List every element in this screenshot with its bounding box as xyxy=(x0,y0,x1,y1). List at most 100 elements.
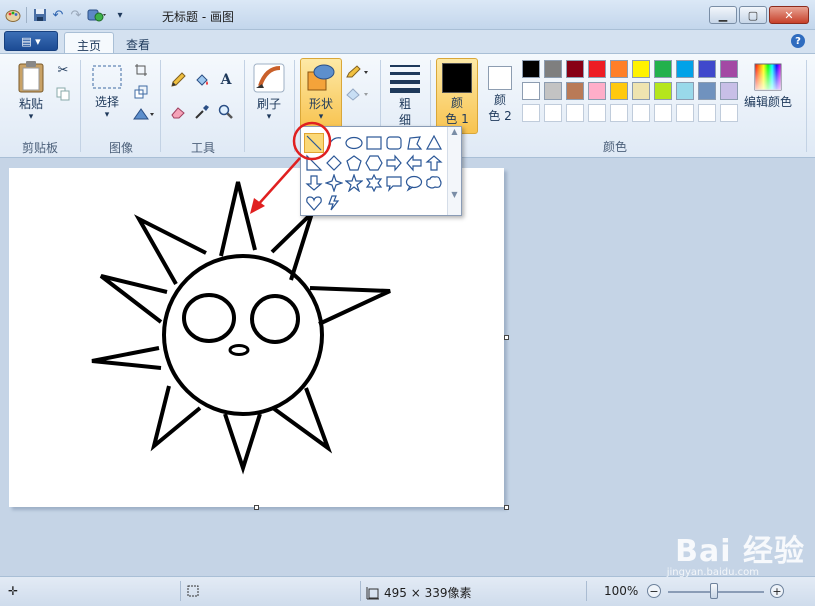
canvas-size-text: 495 × 339像素 xyxy=(384,586,472,600)
rounded-rectangle-shape-icon[interactable] xyxy=(384,133,404,153)
canvas-resize-handle-corner[interactable] xyxy=(504,505,509,510)
palette-color-swatch[interactable] xyxy=(654,60,672,78)
palette-color-swatch[interactable] xyxy=(544,60,562,78)
palette-custom-slot[interactable] xyxy=(522,104,540,122)
edit-colors-button[interactable]: 编辑颜色 xyxy=(742,62,794,110)
palette-color-swatch[interactable] xyxy=(522,82,540,100)
palette-custom-slot[interactable] xyxy=(698,104,716,122)
palette-color-swatch[interactable] xyxy=(676,60,694,78)
palette-color-swatch[interactable] xyxy=(632,60,650,78)
palette-color-swatch[interactable] xyxy=(522,60,540,78)
rectangle-shape-icon[interactable] xyxy=(364,133,384,153)
rotate-icon[interactable] xyxy=(130,104,158,124)
zoom-in-button[interactable]: + xyxy=(770,584,784,598)
help-icon[interactable]: ? xyxy=(791,34,805,48)
canvas-resize-handle-right[interactable] xyxy=(504,335,509,340)
palette-color-swatch[interactable] xyxy=(566,60,584,78)
color2-button[interactable]: 颜 色 2 xyxy=(482,62,518,124)
palette-color-swatch[interactable] xyxy=(654,82,672,100)
text-tool-icon[interactable]: A xyxy=(216,70,236,90)
zoom-slider-thumb[interactable] xyxy=(710,583,718,599)
eraser-icon[interactable] xyxy=(168,102,188,122)
palette-color-swatch[interactable] xyxy=(632,82,650,100)
curve-shape-icon[interactable] xyxy=(324,133,344,153)
magnifier-icon[interactable] xyxy=(216,102,236,122)
palette-custom-slot[interactable] xyxy=(588,104,606,122)
hexagon-shape-icon[interactable] xyxy=(364,153,384,173)
paint-menu-button[interactable]: ▤ ▾ xyxy=(4,31,58,51)
pencil-icon[interactable] xyxy=(168,70,188,90)
paste-button[interactable]: 粘贴 ▾ xyxy=(8,60,54,122)
right-triangle-shape-icon[interactable] xyxy=(304,153,324,173)
palette-color-swatch[interactable] xyxy=(698,60,716,78)
shapes-gallery-scrollbar[interactable]: ▲ ▼ xyxy=(447,127,461,215)
six-point-star-shape-icon[interactable] xyxy=(364,173,384,193)
palette-color-swatch[interactable] xyxy=(566,82,584,100)
palette-custom-slot[interactable] xyxy=(544,104,562,122)
oval-shape-icon[interactable] xyxy=(344,133,364,153)
size-button[interactable]: 粗 细 xyxy=(386,62,424,128)
palette-custom-slot[interactable] xyxy=(610,104,628,122)
canvas-resize-handle-bottom[interactable] xyxy=(254,505,259,510)
cloud-callout-shape-icon[interactable] xyxy=(424,173,444,193)
line-shape-icon[interactable] xyxy=(304,133,324,153)
color1-button[interactable]: 颜 色 1 xyxy=(436,58,478,134)
triangle-shape-icon[interactable] xyxy=(424,133,444,153)
right-arrow-shape-icon[interactable] xyxy=(384,153,404,173)
palette-color-swatch[interactable] xyxy=(610,60,628,78)
tab-home[interactable]: 主页 xyxy=(64,32,115,54)
save-icon[interactable] xyxy=(31,6,49,24)
palette-color-swatch[interactable] xyxy=(698,82,716,100)
qat-dropdown-icon[interactable]: ▾ xyxy=(111,6,129,24)
heart-shape-icon[interactable] xyxy=(304,193,324,213)
minimize-button[interactable]: ▁ xyxy=(709,6,737,24)
five-point-star-shape-icon[interactable] xyxy=(344,173,364,193)
palette-custom-slot[interactable] xyxy=(676,104,694,122)
palette-color-swatch[interactable] xyxy=(588,82,606,100)
diamond-shape-icon[interactable] xyxy=(324,153,344,173)
four-point-star-shape-icon[interactable] xyxy=(324,173,344,193)
palette-custom-slot[interactable] xyxy=(566,104,584,122)
polygon-shape-icon[interactable] xyxy=(404,133,424,153)
down-arrow-shape-icon[interactable] xyxy=(304,173,324,193)
palette-color-swatch[interactable] xyxy=(544,82,562,100)
select-dropdown-icon: ▾ xyxy=(104,110,110,120)
palette-color-swatch[interactable] xyxy=(676,82,694,100)
pentagon-shape-icon[interactable] xyxy=(344,153,364,173)
tab-view[interactable]: 查看 xyxy=(114,32,162,54)
color-picker-icon[interactable] xyxy=(192,102,212,122)
fill-icon[interactable] xyxy=(344,84,372,104)
scroll-down-icon[interactable]: ▼ xyxy=(448,190,461,199)
crop-icon[interactable] xyxy=(130,60,152,80)
palette-color-swatch[interactable] xyxy=(610,82,628,100)
palette-color-swatch[interactable] xyxy=(588,60,606,78)
scroll-up-icon[interactable]: ▲ xyxy=(448,127,461,136)
palette-custom-slot[interactable] xyxy=(632,104,650,122)
lightning-shape-icon[interactable] xyxy=(324,193,344,213)
resize-icon[interactable] xyxy=(130,82,152,102)
palette-color-swatch[interactable] xyxy=(720,60,738,78)
rounded-callout-shape-icon[interactable] xyxy=(384,173,404,193)
palette-custom-slot[interactable] xyxy=(654,104,672,122)
palette-custom-slot[interactable] xyxy=(720,104,738,122)
undo-icon[interactable]: ↶ xyxy=(49,6,67,24)
shapes-button[interactable]: 形状 ▾ xyxy=(300,58,342,130)
oval-callout-shape-icon[interactable] xyxy=(404,173,424,193)
copy-icon[interactable] xyxy=(52,84,74,104)
paint-app-icon[interactable] xyxy=(4,6,22,24)
close-button[interactable]: ✕ xyxy=(769,6,809,24)
palette-color-swatch[interactable] xyxy=(720,82,738,100)
left-arrow-shape-icon[interactable] xyxy=(404,153,424,173)
colors-group-label: 颜色 xyxy=(602,140,627,154)
select-button[interactable]: 选择 ▾ xyxy=(86,64,128,120)
customize-qat-icon[interactable] xyxy=(85,6,111,24)
drawing-canvas[interactable] xyxy=(9,168,504,507)
zoom-out-button[interactable]: − xyxy=(647,584,661,598)
brushes-button[interactable]: 刷子 ▾ xyxy=(248,62,290,122)
outline-icon[interactable] xyxy=(344,62,372,82)
redo-icon[interactable]: ↷ xyxy=(67,6,85,24)
up-arrow-shape-icon[interactable] xyxy=(424,153,444,173)
cut-icon[interactable]: ✂ xyxy=(52,60,74,80)
fill-bucket-icon[interactable] xyxy=(192,70,212,90)
maximize-button[interactable]: ▢ xyxy=(739,6,767,24)
